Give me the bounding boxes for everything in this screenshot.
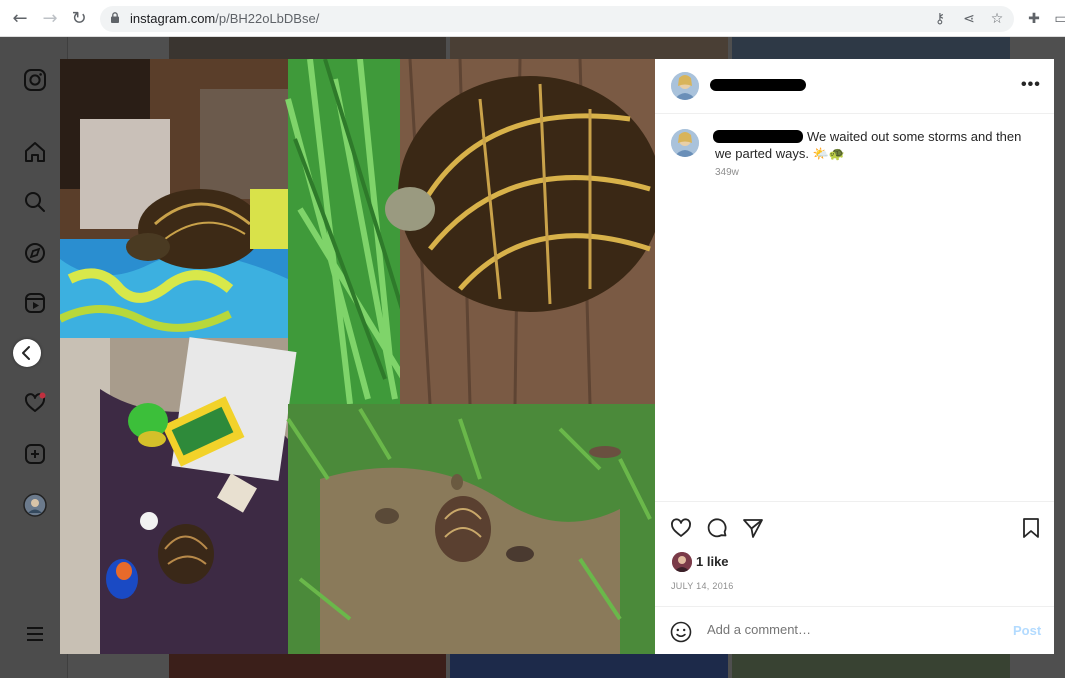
share-icon[interactable]: ⋖ bbox=[961, 11, 977, 27]
grid-tile bbox=[169, 37, 446, 59]
grid-tile bbox=[169, 654, 446, 678]
save-button[interactable] bbox=[1019, 516, 1043, 540]
liker-avatar[interactable] bbox=[672, 552, 692, 572]
search-icon[interactable] bbox=[22, 189, 48, 215]
send-icon bbox=[743, 519, 763, 538]
caption-timestamp[interactable]: 349w bbox=[715, 167, 739, 178]
bookmark-icon bbox=[1023, 518, 1039, 538]
chevron-left-icon bbox=[22, 346, 30, 360]
lock-icon bbox=[111, 12, 119, 23]
heart-icon bbox=[671, 518, 691, 537]
menu-icon[interactable] bbox=[22, 621, 48, 647]
like-button[interactable] bbox=[669, 516, 693, 540]
url-text: instagram.com/p/BH22oLbDBse/ bbox=[130, 11, 319, 26]
star-icon[interactable]: ☆ bbox=[989, 11, 1005, 27]
caption-block: We waited out some storms and then we pa… bbox=[715, 128, 1025, 162]
photo-collage bbox=[60, 59, 655, 654]
previous-post-button[interactable] bbox=[13, 339, 41, 367]
url-host: instagram.com bbox=[130, 11, 216, 26]
browser-toolbar: ← → ↻ instagram.com/p/BH22oLbDBse/ ⚷ ⋖ ☆… bbox=[0, 0, 1065, 37]
notifications-icon[interactable] bbox=[22, 390, 48, 416]
comment-bar: Post bbox=[655, 606, 1054, 654]
instagram-logo-icon[interactable] bbox=[22, 67, 48, 93]
more-options-button[interactable]: ••• bbox=[1021, 76, 1041, 94]
url-path: /p/BH22oLbDBse/ bbox=[215, 11, 320, 26]
profile-avatar-icon[interactable] bbox=[22, 492, 48, 518]
comment-input[interactable] bbox=[707, 622, 997, 637]
extensions-icon[interactable]: ✚ bbox=[1025, 10, 1043, 28]
side-panel-icon[interactable]: ▭ bbox=[1052, 10, 1065, 28]
share-button[interactable] bbox=[741, 516, 765, 540]
post-image[interactable] bbox=[60, 59, 655, 654]
post-details-panel: ••• We waited out some storms and then w… bbox=[655, 59, 1054, 654]
grid-tile bbox=[450, 37, 728, 59]
grid-tile bbox=[732, 37, 1010, 59]
likes-count[interactable]: 1 like bbox=[696, 554, 729, 569]
back-icon[interactable]: ← bbox=[10, 9, 30, 29]
caption-author-avatar[interactable] bbox=[671, 129, 699, 157]
author-avatar[interactable] bbox=[671, 72, 699, 100]
grid-tile bbox=[732, 654, 1010, 678]
post-actions: 1 like JULY 14, 2016 bbox=[655, 501, 1054, 606]
address-bar[interactable]: instagram.com/p/BH22oLbDBse/ ⚷ ⋖ ☆ bbox=[100, 6, 1014, 32]
create-icon[interactable] bbox=[22, 441, 48, 467]
comment-button[interactable] bbox=[705, 516, 729, 540]
reload-icon[interactable]: ↻ bbox=[69, 9, 89, 29]
emoji-icon[interactable] bbox=[670, 621, 692, 643]
comment-icon bbox=[707, 518, 727, 538]
post-date[interactable]: JULY 14, 2016 bbox=[671, 581, 734, 591]
post-header: ••• bbox=[655, 59, 1054, 114]
forward-icon[interactable]: → bbox=[40, 9, 60, 29]
caption-text: We waited out some storms and then we pa… bbox=[715, 129, 1022, 161]
post-comment-button[interactable]: Post bbox=[1013, 623, 1041, 638]
grid-tile bbox=[450, 654, 728, 678]
reels-icon[interactable] bbox=[22, 290, 48, 316]
redacted-username bbox=[710, 79, 806, 91]
home-icon[interactable] bbox=[22, 139, 48, 165]
explore-icon[interactable] bbox=[22, 240, 48, 266]
key-icon[interactable]: ⚷ bbox=[932, 11, 948, 27]
